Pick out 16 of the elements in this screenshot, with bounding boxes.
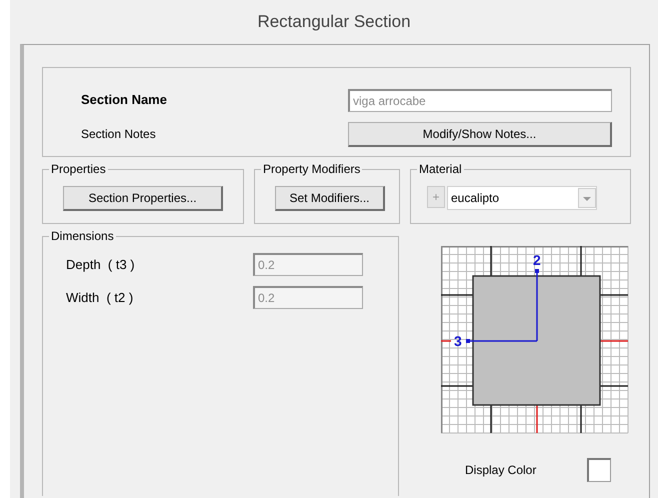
group-title: Properties	[49, 162, 108, 176]
set-modifiers-button[interactable]: Set Modifiers...	[275, 186, 385, 211]
field-label: Display Color	[465, 462, 536, 479]
axis-label: 2	[533, 252, 541, 268]
field-label: Depth ( t3 )	[65, 256, 136, 274]
axis-label: 3	[454, 333, 462, 349]
color-swatch[interactable]	[587, 458, 611, 482]
group-title: Dimensions	[49, 229, 116, 243]
field-label: Section Name	[81, 91, 167, 110]
field-label: Section Notes	[81, 126, 156, 143]
window-title: Rectangular Section	[256, 11, 412, 34]
group-title: Property Modifiers	[261, 162, 362, 176]
section-properties-button[interactable]: Section Properties...	[63, 186, 223, 211]
field-label: Width ( t2 )	[65, 288, 134, 307]
notes-button[interactable]: Modify/Show Notes...	[348, 122, 612, 146]
group-title: Material	[417, 162, 464, 176]
